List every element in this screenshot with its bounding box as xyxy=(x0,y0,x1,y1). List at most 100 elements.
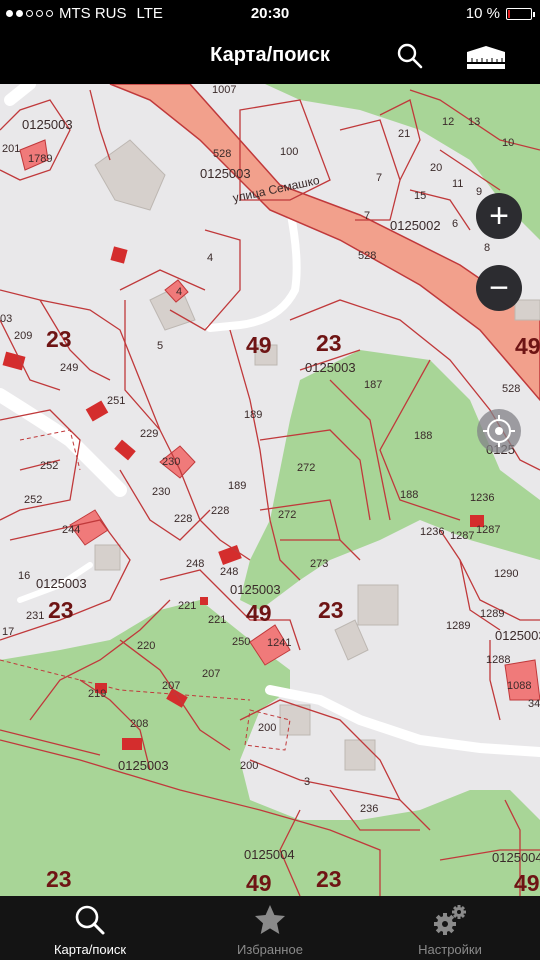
parcel-label: 200 xyxy=(240,760,259,772)
parcel-label: 03 xyxy=(0,313,13,325)
clock: 20:30 xyxy=(250,5,290,22)
parcel-label: 248 xyxy=(220,566,239,578)
parcel-label: 272 xyxy=(297,462,316,474)
parcel-label: 229 xyxy=(140,428,159,440)
zoom-out-button[interactable]: − xyxy=(476,265,522,311)
parcel-label: 4 xyxy=(207,252,214,264)
parcel-label: 23 xyxy=(46,866,72,892)
parcel-label: 248 xyxy=(186,558,205,570)
parcel-label: 34 xyxy=(528,698,540,710)
parcel-label: 249 xyxy=(60,362,79,374)
parcel-label: 7 xyxy=(364,210,371,222)
parcel-label: 201 xyxy=(2,143,21,155)
parcel-label: 49 xyxy=(514,870,540,896)
tab-bar: Карта/поиск Избранное Настройки xyxy=(0,896,540,960)
parcel-label: 0125003 xyxy=(305,360,356,375)
parcel-label: 5 xyxy=(157,340,164,352)
parcel-label: 252 xyxy=(24,494,43,506)
parcel-label: 220 xyxy=(137,640,156,652)
parcel-label: 209 xyxy=(14,330,33,342)
parcel-label: 7 xyxy=(376,172,383,184)
parcel-label: 1789 xyxy=(28,153,53,165)
parcel-label: 528 xyxy=(502,383,521,395)
parcel-label: 1290 xyxy=(494,568,519,580)
parcel-label: 528 xyxy=(213,148,232,160)
parcel-label: 23 xyxy=(316,330,342,356)
page-title: Карта/поиск xyxy=(210,44,330,66)
parcel-label: 1287 xyxy=(450,530,475,542)
parcel-label: 11 xyxy=(452,178,464,190)
cadastral-map[interactable]: 1007 0125003 201 1789 528 100 0125003 7 21 12 13 10… xyxy=(0,84,540,896)
search-button[interactable] xyxy=(394,40,426,72)
parcel-label: 13 xyxy=(468,116,481,128)
search-icon xyxy=(75,905,105,935)
parcel-label: 0125003 xyxy=(230,582,281,597)
parcel-label: 188 xyxy=(400,489,419,501)
parcel-label: 0125002 xyxy=(390,218,441,233)
parcel-label: 15 xyxy=(414,190,427,202)
parcel-label: 12 xyxy=(442,116,455,128)
locate-button[interactable] xyxy=(477,409,521,453)
map-canvas xyxy=(0,84,540,896)
parcel-label: 1241 xyxy=(267,637,292,649)
parcel-label: 1289 xyxy=(446,620,471,632)
parcel-label: 49 xyxy=(246,870,272,896)
parcel-label: 4 xyxy=(176,286,183,298)
parcel-label: 16 xyxy=(18,570,31,582)
parcel-label: 221 xyxy=(208,614,227,626)
nav-bar: Карта/поиск xyxy=(0,28,540,84)
parcel-label: 1236 xyxy=(470,492,495,504)
parcel-label: 189 xyxy=(228,480,247,492)
parcel-label: 49 xyxy=(246,600,272,626)
parcel-label: 8 xyxy=(484,242,491,254)
parcel-label: 1287 xyxy=(476,524,501,536)
gears-icon xyxy=(434,905,466,935)
parcel-label: 23 xyxy=(48,597,74,623)
parcel-label: 250 xyxy=(232,636,251,648)
parcel-label: 230 xyxy=(162,456,181,468)
battery-icon xyxy=(506,7,535,20)
tab-favorites[interactable]: Избранное xyxy=(180,896,360,960)
tab-settings[interactable]: Настройки xyxy=(360,896,540,960)
parcel-label: 0125003 xyxy=(495,628,540,643)
star-icon xyxy=(255,905,285,934)
status-right: 10 % xyxy=(465,5,535,22)
parcel-label: 6 xyxy=(452,218,459,230)
parcel-label: 49 xyxy=(515,333,540,359)
parcel-label: 230 xyxy=(152,486,171,498)
parcel-label: 251 xyxy=(107,395,126,407)
parcel-label: 188 xyxy=(414,430,433,442)
parcel-label: 100 xyxy=(280,146,299,158)
tab-label: Настройки xyxy=(418,942,482,957)
parcel-label: 236 xyxy=(360,803,379,815)
parcel-label: 1088 xyxy=(507,680,532,692)
ruler-icon xyxy=(467,46,505,69)
parcel-label: 23 xyxy=(46,326,72,352)
ruler-button[interactable] xyxy=(464,40,508,72)
parcel-label: 9 xyxy=(476,186,483,198)
parcel-label: 10 xyxy=(502,137,515,149)
parcel-label: 0125004 xyxy=(492,850,540,865)
tab-map-search[interactable]: Карта/поиск xyxy=(0,896,180,960)
parcel-label: 231 xyxy=(26,610,45,622)
parcel-label: 189 xyxy=(244,409,263,421)
battery-percent: 10 % xyxy=(465,5,500,22)
parcel-label: 272 xyxy=(278,509,297,521)
parcel-label: 1007 xyxy=(212,84,237,96)
parcel-label: 1289 xyxy=(480,608,505,620)
parcel-label: 244 xyxy=(62,524,81,536)
parcel-label: 228 xyxy=(211,505,230,517)
parcel-label: 1236 xyxy=(420,526,445,538)
parcel-label: 252 xyxy=(40,460,59,472)
parcel-label: 49 xyxy=(246,332,272,358)
parcel-label: 3 xyxy=(304,776,311,788)
parcel-label: 20 xyxy=(430,162,443,174)
parcel-label: 1288 xyxy=(486,654,511,666)
parcel-label: 23 xyxy=(318,597,344,623)
parcel-label: 187 xyxy=(364,379,383,391)
parcel-label: 0125004 xyxy=(244,847,295,862)
parcel-label: 273 xyxy=(310,558,329,570)
parcel-label: 0125003 xyxy=(118,758,169,773)
zoom-in-button[interactable]: + xyxy=(476,193,522,239)
status-bar: MTS RUS LTE 20:30 10 % xyxy=(0,0,540,28)
